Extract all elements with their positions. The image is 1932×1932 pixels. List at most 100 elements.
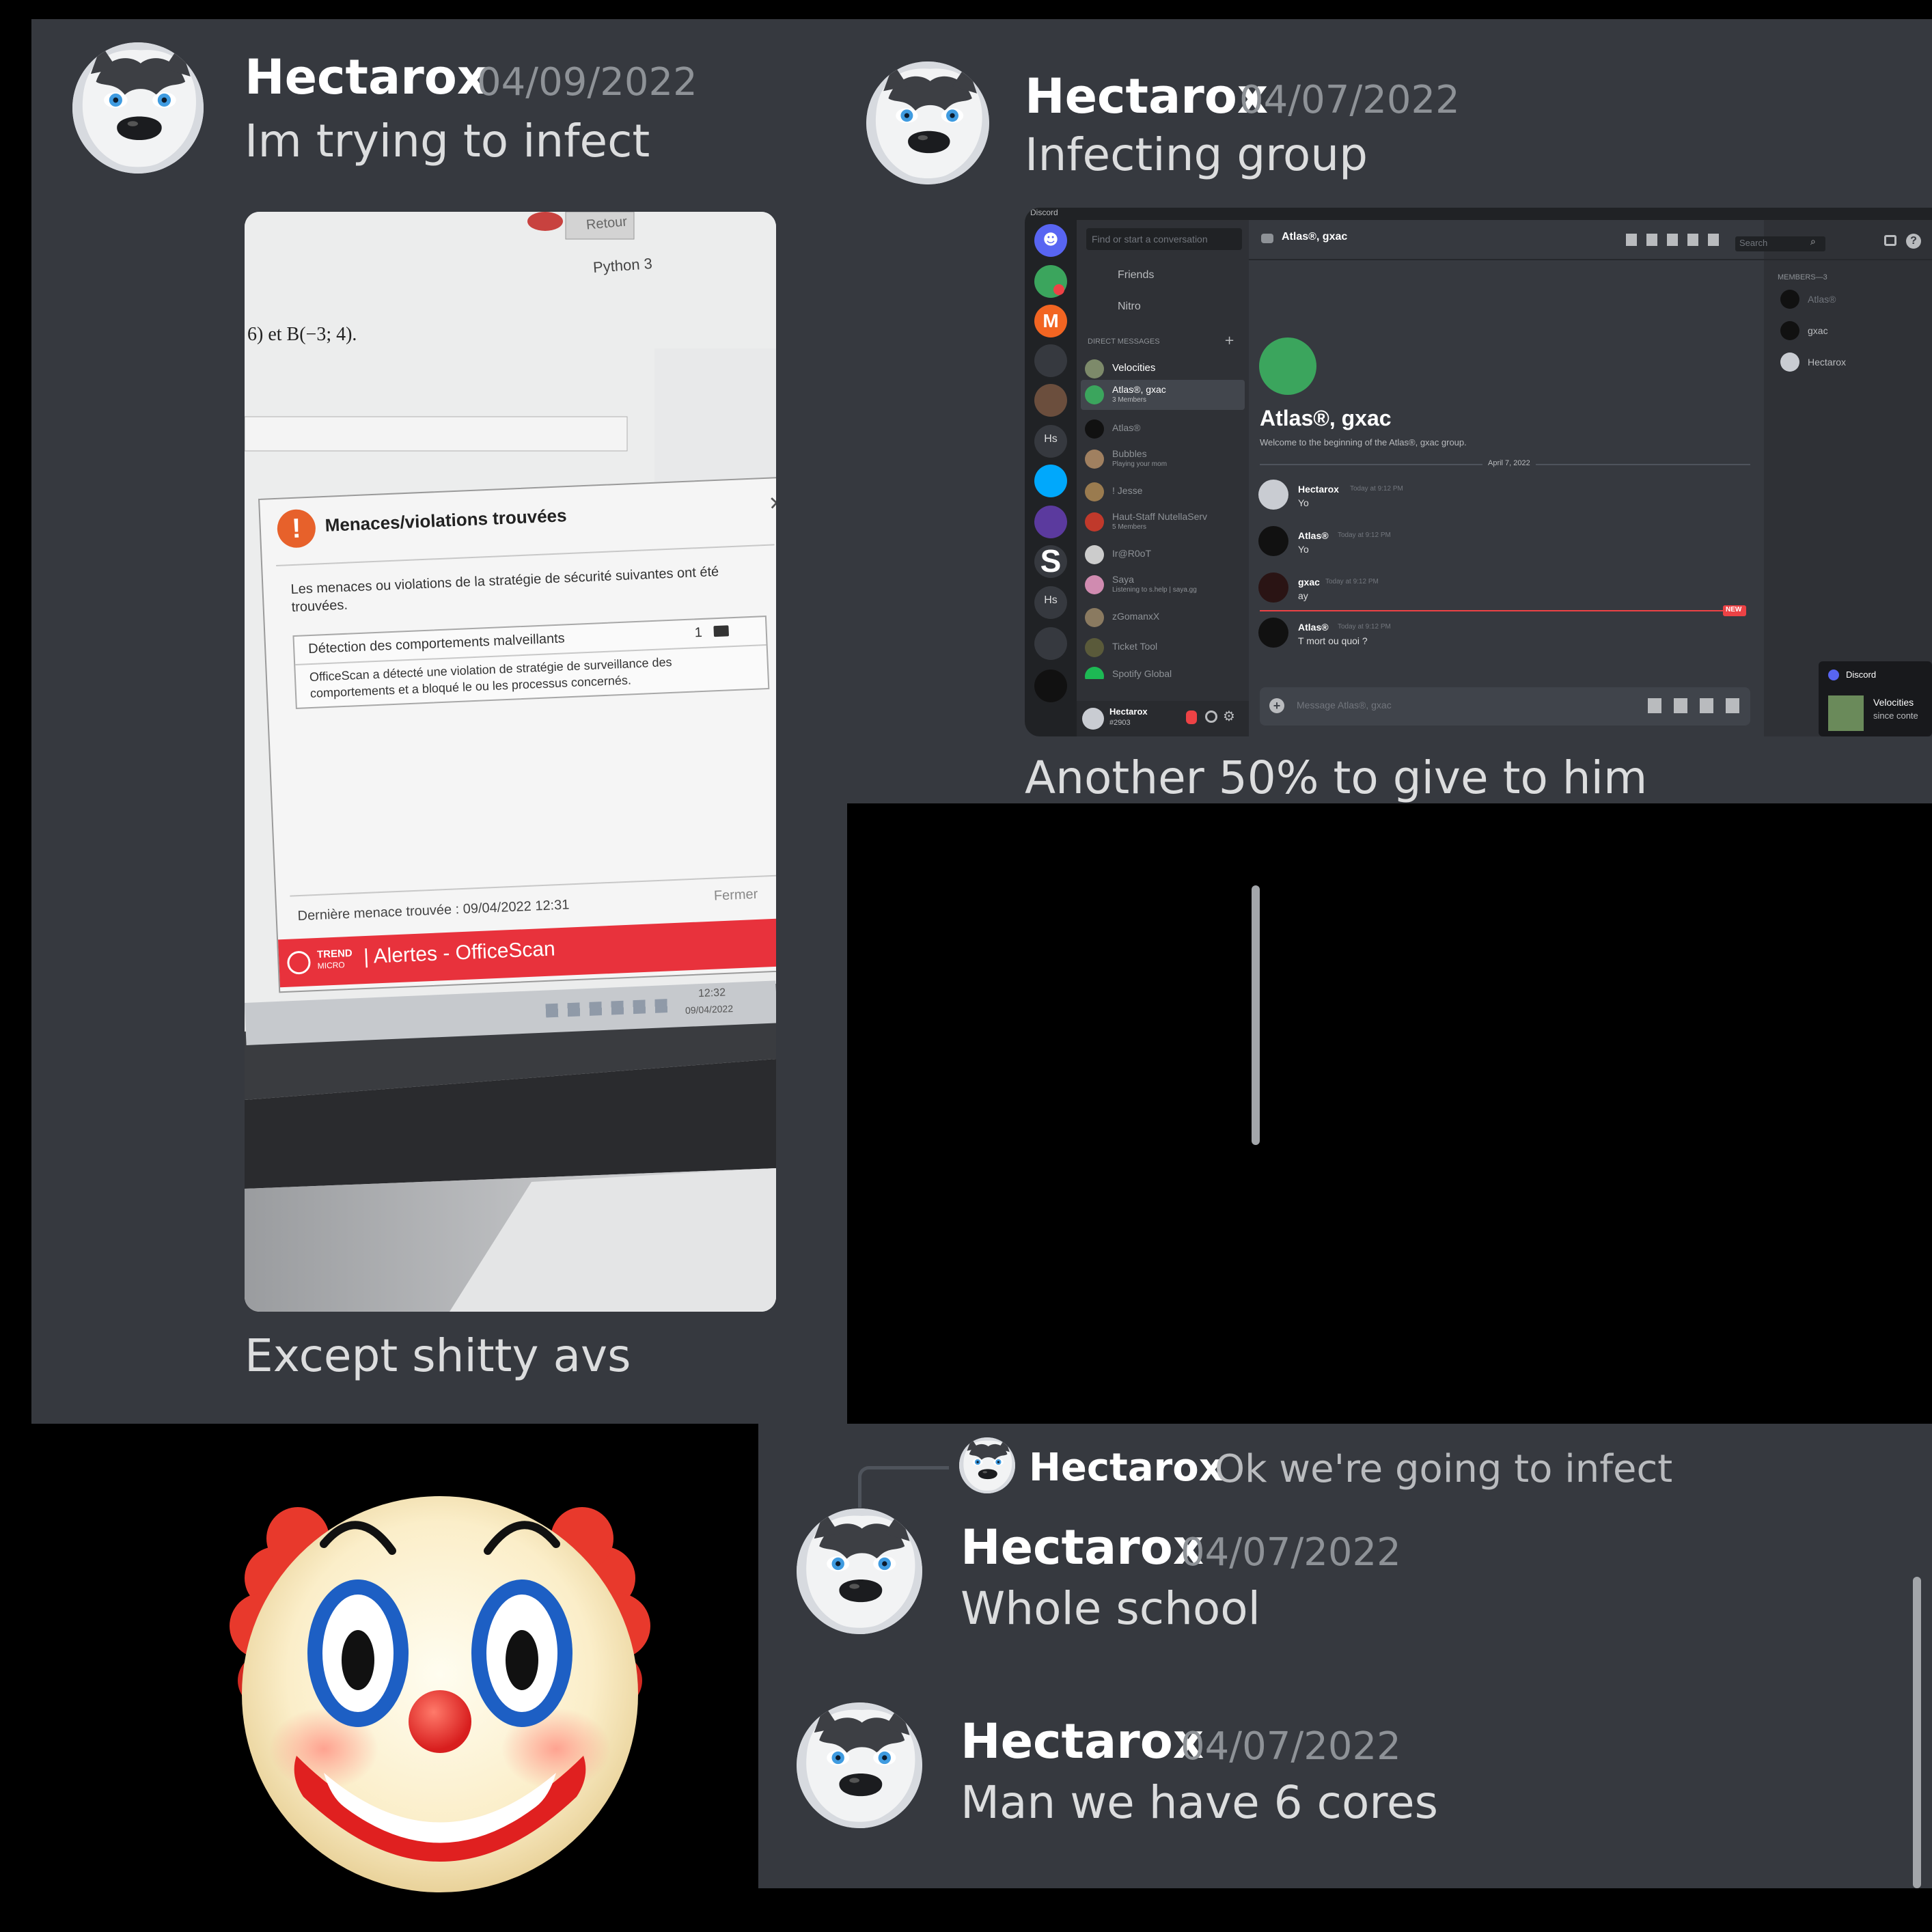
reply-text[interactable]: Ok we're going to infect	[1215, 1447, 1672, 1491]
dm-item[interactable]: Velocities	[1082, 357, 1243, 381]
brand-name: TREND	[316, 947, 353, 961]
dm-item[interactable]: zGomanxX	[1082, 605, 1243, 630]
nav-friends[interactable]: Friends	[1118, 269, 1154, 281]
scrollbar[interactable]	[1913, 1577, 1921, 1888]
close-icon[interactable]: ✕	[768, 492, 776, 515]
dm-avatar	[1085, 419, 1104, 439]
dm-item[interactable]: Ticket Tool	[1082, 635, 1243, 660]
dm-avatar	[1085, 545, 1104, 564]
gear-icon[interactable]: ⚙	[1223, 708, 1235, 724]
discord-home-icon[interactable]: ☻	[1041, 231, 1060, 250]
chat-author[interactable]: gxac	[1298, 577, 1320, 588]
dm-avatar	[1085, 482, 1104, 501]
new-badge: NEW	[1726, 606, 1742, 613]
clock-date: 09/04/2022	[685, 1003, 734, 1016]
timestamp: 04/07/2022	[1239, 78, 1460, 122]
dm-item[interactable]: Spotify Global	[1082, 664, 1243, 679]
message-input[interactable]: Message Atlas®, gxac	[1297, 700, 1392, 710]
reply-avatar[interactable]	[959, 1437, 1015, 1493]
tray-icons	[545, 999, 670, 1018]
server-hs-icon[interactable]: Hs	[1038, 433, 1063, 450]
scrollbar[interactable]	[1252, 885, 1260, 1145]
deafen-icon[interactable]	[1205, 710, 1217, 723]
reply-username[interactable]: Hectarox	[1029, 1446, 1224, 1490]
chat-time: Today at 9:12 PM	[1338, 532, 1391, 539]
dm-name: Ir@R0oT	[1112, 548, 1151, 559]
server-s-icon[interactable]: S	[1037, 542, 1064, 581]
nav-nitro[interactable]: Nitro	[1118, 301, 1141, 313]
avatar[interactable]	[797, 1702, 922, 1828]
dm-item[interactable]: Haut-Staff NutellaServ 5 Members	[1082, 510, 1243, 537]
close-button[interactable]: Fermer	[713, 887, 758, 905]
monero-server-icon[interactable]: M	[1038, 310, 1063, 332]
dm-header: DIRECT MESSAGES	[1088, 337, 1160, 346]
mute-icon[interactable]	[1186, 710, 1197, 724]
chat-author[interactable]: Hectarox	[1298, 484, 1339, 495]
message-text: Man we have 6 cores	[961, 1776, 1438, 1829]
black-media-placeholder	[1272, 806, 1932, 1388]
search-icon[interactable]: ⌕	[1810, 236, 1816, 247]
inbox-icon[interactable]	[1884, 235, 1896, 246]
username[interactable]: Hectarox	[961, 1519, 1204, 1575]
banner-text: | Alertes - OfficeScan	[363, 937, 556, 969]
conversation-search[interactable]: Find or start a conversation	[1092, 234, 1208, 245]
header-search[interactable]: Search	[1739, 238, 1767, 248]
dm-name: Ticket Tool	[1112, 641, 1158, 652]
dm-sub: Playing your mom	[1112, 460, 1168, 468]
username[interactable]: Hectarox	[245, 49, 488, 105]
photo-attachment[interactable]: Retour Python 3 6) et B(−3; 4). ! Menace…	[245, 212, 776, 1312]
username[interactable]: Hectarox	[1025, 68, 1268, 124]
date-divider: April 7, 2022	[1482, 459, 1536, 467]
help-icon[interactable]: ?	[1906, 234, 1921, 249]
discord-screenshot[interactable]: Discord ☻ M Hs S Hs Find or start a conv…	[1025, 208, 1932, 736]
dm-name: Bubbles	[1112, 448, 1147, 459]
avatar[interactable]	[797, 1508, 922, 1634]
dm-sub: 5 Members	[1112, 523, 1147, 531]
dm-item[interactable]: Atlas®	[1082, 417, 1243, 441]
timestamp: 04/07/2022	[1181, 1530, 1401, 1575]
discord-toast-icon	[1828, 670, 1839, 680]
dm-item-active[interactable]: Atlas®, gxac 3 Members	[1082, 381, 1243, 411]
comment-icon	[713, 625, 730, 637]
chat-text: T mort ou quoi ?	[1298, 635, 1368, 646]
reply-connector	[858, 1466, 949, 1508]
member-item[interactable]: Hectarox	[1808, 357, 1846, 368]
dm-name: Saya	[1112, 574, 1134, 585]
avatar[interactable]	[866, 61, 989, 184]
message-text: Im trying to infect	[245, 115, 650, 167]
avatar[interactable]	[72, 42, 204, 174]
dm-name: Haut-Staff NutellaServ	[1112, 511, 1208, 522]
message-text: Infecting group	[1025, 128, 1368, 181]
member-item[interactable]: gxac	[1808, 325, 1828, 336]
threat-row-label: Détection des comportements malveillants	[307, 631, 566, 657]
add-attachment-icon[interactable]: +	[1269, 698, 1284, 713]
last-threat-text: Dernière menace trouvée : 09/04/2022 12:…	[297, 897, 570, 924]
channel-name: Atlas®, gxac	[1282, 231, 1348, 243]
dm-item[interactable]: Ir@R0oT	[1082, 542, 1243, 567]
timestamp: 04/09/2022	[477, 60, 698, 105]
dm-avatar	[1085, 385, 1104, 404]
dialog-body: Les menaces ou violations de la stratégi…	[290, 564, 719, 616]
dm-name: Velocities	[1112, 362, 1156, 374]
header-toolbar-icons[interactable]	[1626, 234, 1726, 246]
chat-author[interactable]: Atlas®	[1298, 530, 1329, 541]
member-item[interactable]: Atlas®	[1808, 294, 1836, 305]
user-panel: Hectarox #2903 ⚙	[1077, 701, 1249, 736]
chat-time: Today at 9:12 PM	[1338, 623, 1391, 631]
chat-time: Today at 9:12 PM	[1350, 485, 1403, 493]
dm-name: ! Jesse	[1112, 485, 1143, 496]
chat-author[interactable]: Atlas®	[1298, 622, 1329, 633]
avatar[interactable]	[1082, 708, 1104, 730]
add-dm-icon[interactable]: +	[1224, 333, 1234, 348]
chat-text: Yo	[1298, 497, 1309, 508]
timestamp: 04/07/2022	[1181, 1724, 1401, 1769]
user-name: Hectarox	[1109, 706, 1148, 717]
server-hs-icon-2[interactable]: Hs	[1038, 594, 1063, 611]
input-toolbar-icons[interactable]	[1648, 698, 1741, 713]
dm-item[interactable]: ! Jesse	[1082, 480, 1243, 504]
notification-toast[interactable]: Discord Velocities since conte	[1819, 661, 1932, 736]
username[interactable]: Hectarox	[961, 1713, 1204, 1769]
dm-item[interactable]: Bubbles Playing your mom	[1082, 447, 1243, 474]
dm-item[interactable]: Saya Listening to s.help | saya.gg	[1082, 572, 1243, 600]
dm-avatar	[1085, 638, 1104, 657]
